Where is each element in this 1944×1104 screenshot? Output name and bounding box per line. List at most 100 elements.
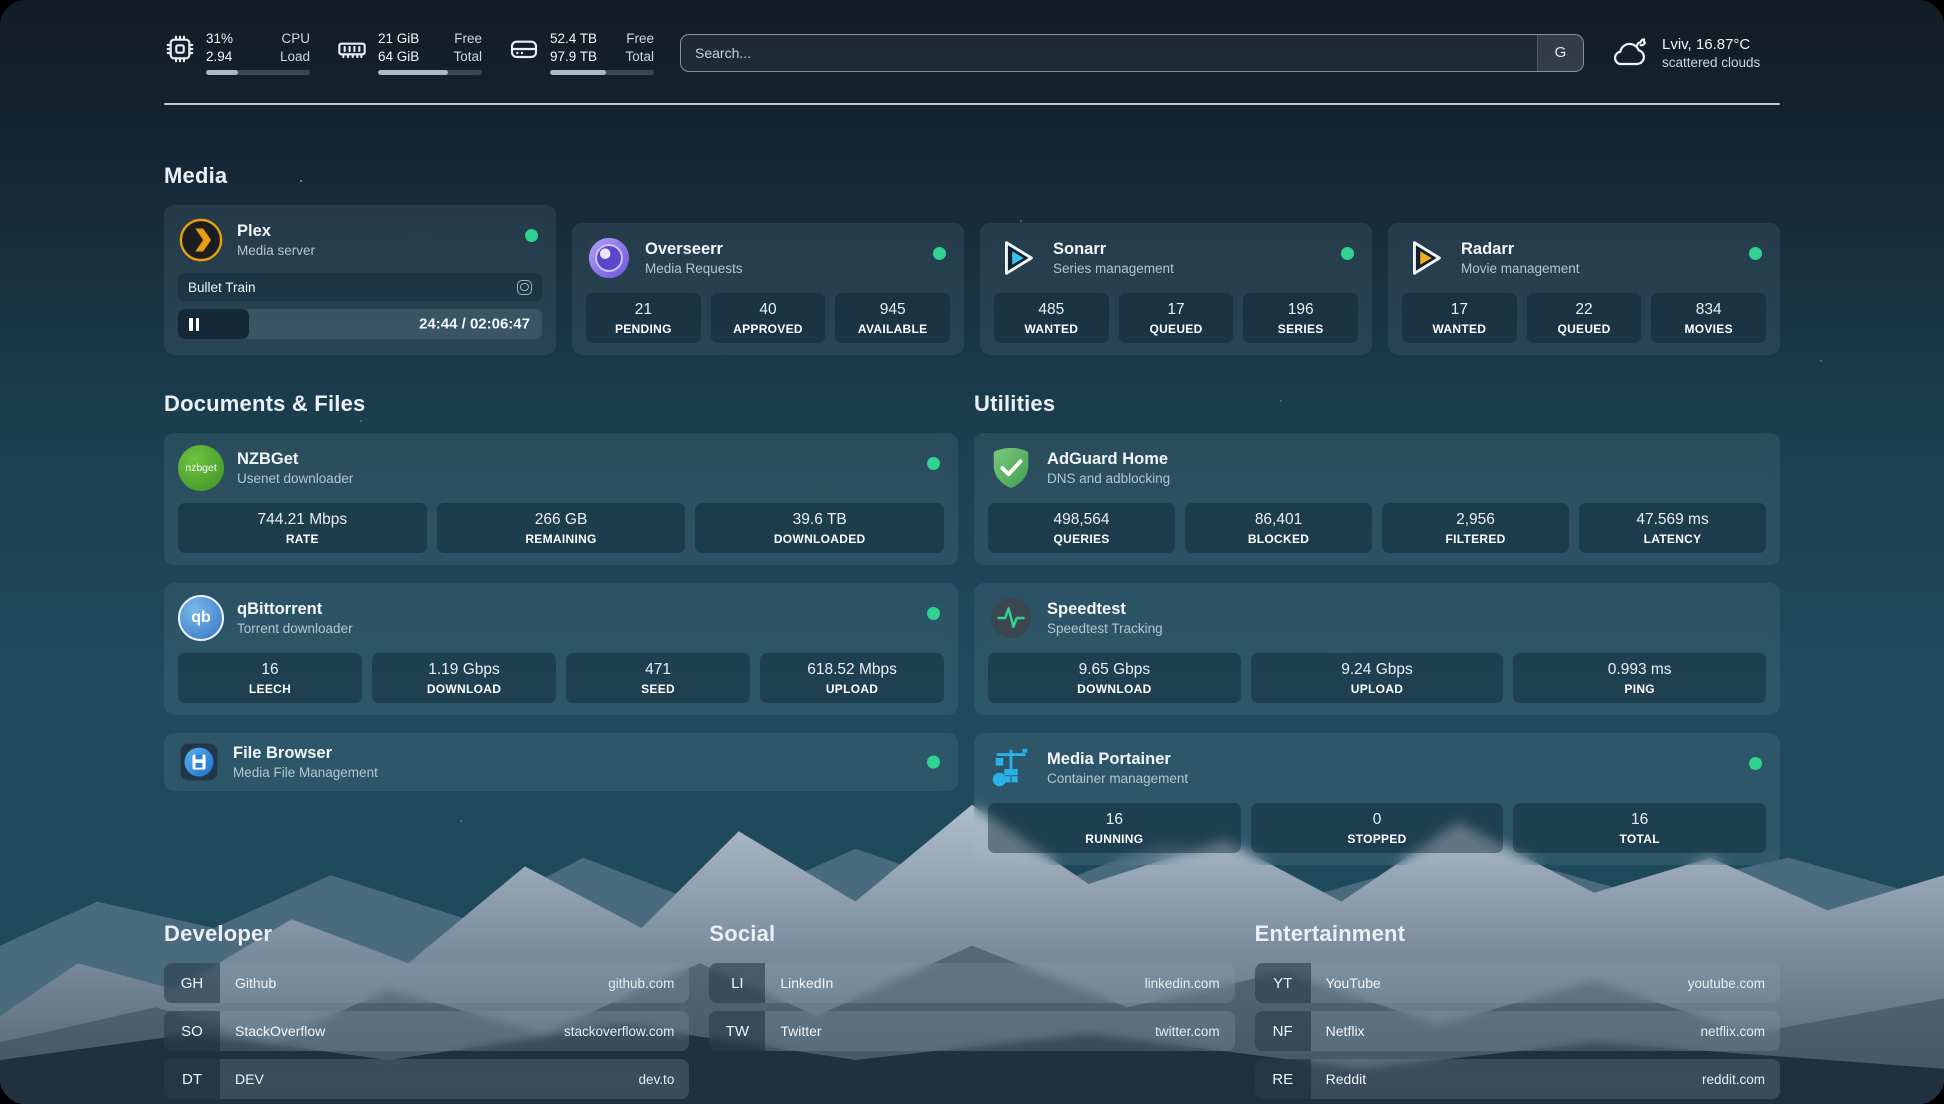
app-description: Media server bbox=[237, 243, 315, 258]
app-name: Radarr bbox=[1461, 240, 1580, 260]
stat-label: SEED bbox=[570, 682, 746, 696]
filebrowser-titles: File Browser Media File Management bbox=[233, 744, 378, 781]
nzbget-icon: nzbget bbox=[178, 445, 224, 491]
disk-icon bbox=[508, 33, 540, 65]
bookmark-github[interactable]: GH Github github.com bbox=[164, 963, 689, 1003]
stat-box-total: 16 TOTAL bbox=[1513, 803, 1766, 853]
stat-box-leech: 16 LEECH bbox=[178, 653, 362, 703]
bookmark-abbr: GH bbox=[164, 963, 220, 1003]
bookmark-name: Reddit bbox=[1311, 1071, 1702, 1087]
plex-icon bbox=[178, 217, 224, 263]
bookmark-name: YouTube bbox=[1311, 975, 1688, 991]
disk-free-label: Free bbox=[626, 30, 654, 48]
cpu-progress-track bbox=[206, 70, 310, 75]
stat-label: MOVIES bbox=[1655, 322, 1762, 336]
player-time: 24:44 / 02:06:47 bbox=[419, 316, 530, 333]
section-documents: Documents & Files nzbget NZBGet Usenet d… bbox=[164, 391, 958, 865]
stat-box-queued: 17 QUEUED bbox=[1119, 293, 1234, 343]
bookmark-name: Netflix bbox=[1311, 1023, 1701, 1039]
bookmark-netflix[interactable]: NF Netflix netflix.com bbox=[1255, 1011, 1780, 1051]
bookmark-twitter[interactable]: TW Twitter twitter.com bbox=[709, 1011, 1234, 1051]
plex-player-bar[interactable]: 24:44 / 02:06:47 bbox=[178, 309, 542, 339]
app-card-portainer[interactable]: Media Portainer Container management 16 … bbox=[974, 733, 1780, 865]
section-utilities: Utilities Ad bbox=[974, 391, 1780, 865]
bookmark-linkedin[interactable]: LI LinkedIn linkedin.com bbox=[709, 963, 1234, 1003]
app-card-nzbget[interactable]: nzbget NZBGet Usenet downloader 744.21 M… bbox=[164, 433, 958, 565]
status-dot-online bbox=[1749, 247, 1762, 260]
app-card-overseerr[interactable]: Overseerr Media Requests 21 PENDING 4 bbox=[572, 223, 964, 355]
stat-value: 9.24 Gbps bbox=[1255, 661, 1500, 679]
disk-free-value: 52.4 TB bbox=[550, 30, 597, 48]
bookmark-youtube[interactable]: YT YouTube youtube.com bbox=[1255, 963, 1780, 1003]
app-description: Series management bbox=[1053, 261, 1174, 276]
memory-stat-body: 21 GiB Free 64 GiB Total bbox=[378, 30, 482, 75]
app-card-qbittorrent[interactable]: qb qBittorrent Torrent downloader 16 LEE… bbox=[164, 583, 958, 715]
stat-box-downloaded: 39.6 TB DOWNLOADED bbox=[695, 503, 944, 553]
bookmark-abbr: YT bbox=[1255, 963, 1311, 1003]
stat-box-wanted: 17 WANTED bbox=[1402, 293, 1517, 343]
stat-box-blocked: 86,401 BLOCKED bbox=[1185, 503, 1372, 553]
stat-value: 22 bbox=[1531, 301, 1638, 319]
app-card-radarr[interactable]: Radarr Movie management 17 WANTED 22 bbox=[1388, 223, 1780, 355]
search-input[interactable] bbox=[681, 45, 1537, 61]
stat-box-latency: 47.569 ms LATENCY bbox=[1579, 503, 1766, 553]
media-type-icon bbox=[517, 280, 532, 295]
app-name: qBittorrent bbox=[237, 600, 353, 620]
entertainment-group-title: Entertainment bbox=[1255, 921, 1780, 947]
stat-box-approved: 40 APPROVED bbox=[711, 293, 826, 343]
pause-icon[interactable] bbox=[189, 318, 199, 331]
stat-label: RUNNING bbox=[992, 832, 1237, 846]
stat-value: 39.6 TB bbox=[699, 511, 940, 529]
stat-label: QUEUED bbox=[1123, 322, 1230, 336]
disk-total-value: 97.9 TB bbox=[550, 48, 597, 66]
stat-label: DOWNLOAD bbox=[992, 682, 1237, 696]
overseerr-titles: Overseerr Media Requests bbox=[645, 240, 743, 277]
bookmark-url: netflix.com bbox=[1700, 1024, 1780, 1039]
app-description: Media File Management bbox=[233, 765, 378, 780]
stat-value: 266 GB bbox=[441, 511, 682, 529]
bookmark-name: LinkedIn bbox=[765, 975, 1144, 991]
search-provider-button[interactable]: G bbox=[1537, 35, 1583, 71]
stat-box-queued: 22 QUEUED bbox=[1527, 293, 1642, 343]
adguard-titles: AdGuard Home DNS and adblocking bbox=[1047, 450, 1170, 487]
qbittorrent-icon: qb bbox=[178, 595, 224, 641]
bookmark-dev[interactable]: DT DEV dev.to bbox=[164, 1059, 689, 1099]
stat-box-rate: 744.21 Mbps RATE bbox=[178, 503, 427, 553]
status-dot-online bbox=[1341, 247, 1354, 260]
bookmark-url: stackoverflow.com bbox=[564, 1024, 689, 1039]
now-playing-row: Bullet Train bbox=[178, 273, 542, 301]
weather-condition: scattered clouds bbox=[1662, 55, 1760, 70]
disk-stat-body: 52.4 TB Free 97.9 TB Total bbox=[550, 30, 654, 75]
app-card-adguard[interactable]: AdGuard Home DNS and adblocking 498,564 … bbox=[974, 433, 1780, 565]
bookmark-reddit[interactable]: RE Reddit reddit.com bbox=[1255, 1059, 1780, 1099]
app-card-sonarr[interactable]: Sonarr Series management 485 WANTED 1 bbox=[980, 223, 1372, 355]
bookmark-abbr: LI bbox=[709, 963, 765, 1003]
stat-value: 86,401 bbox=[1189, 511, 1368, 529]
bookmark-abbr: RE bbox=[1255, 1059, 1311, 1099]
stat-value: 744.21 Mbps bbox=[182, 511, 423, 529]
stat-value: 196 bbox=[1247, 301, 1354, 319]
app-card-plex[interactable]: Plex Media server Bullet Train bbox=[164, 205, 556, 355]
app-name: Speedtest bbox=[1047, 600, 1163, 620]
stat-label: PENDING bbox=[590, 322, 697, 336]
stat-value: 16 bbox=[182, 661, 358, 679]
stat-label: WANTED bbox=[998, 322, 1105, 336]
stat-box-seed: 471 SEED bbox=[566, 653, 750, 703]
stat-value: 17 bbox=[1406, 301, 1513, 319]
bookmark-abbr: SO bbox=[164, 1011, 220, 1051]
stat-box-download: 1.19 Gbps DOWNLOAD bbox=[372, 653, 556, 703]
media-grid: Plex Media server Bullet Train bbox=[164, 205, 1780, 355]
stat-value: 0 bbox=[1255, 811, 1500, 829]
app-card-speedtest[interactable]: Speedtest Speedtest Tracking 9.65 Gbps D… bbox=[974, 583, 1780, 715]
stat-value: 17 bbox=[1123, 301, 1230, 319]
portainer-icon bbox=[988, 745, 1034, 791]
stat-value: 0.993 ms bbox=[1517, 661, 1762, 679]
stat-box-movies: 834 MOVIES bbox=[1651, 293, 1766, 343]
bookmark-abbr: DT bbox=[164, 1059, 220, 1099]
stat-box-queries: 498,564 QUERIES bbox=[988, 503, 1175, 553]
app-card-filebrowser[interactable]: File Browser Media File Management bbox=[164, 733, 958, 791]
bookmark-stackoverflow[interactable]: SO StackOverflow stackoverflow.com bbox=[164, 1011, 689, 1051]
memory-total-label: Total bbox=[453, 48, 482, 66]
stat-value: 485 bbox=[998, 301, 1105, 319]
stat-label: DOWNLOAD bbox=[376, 682, 552, 696]
